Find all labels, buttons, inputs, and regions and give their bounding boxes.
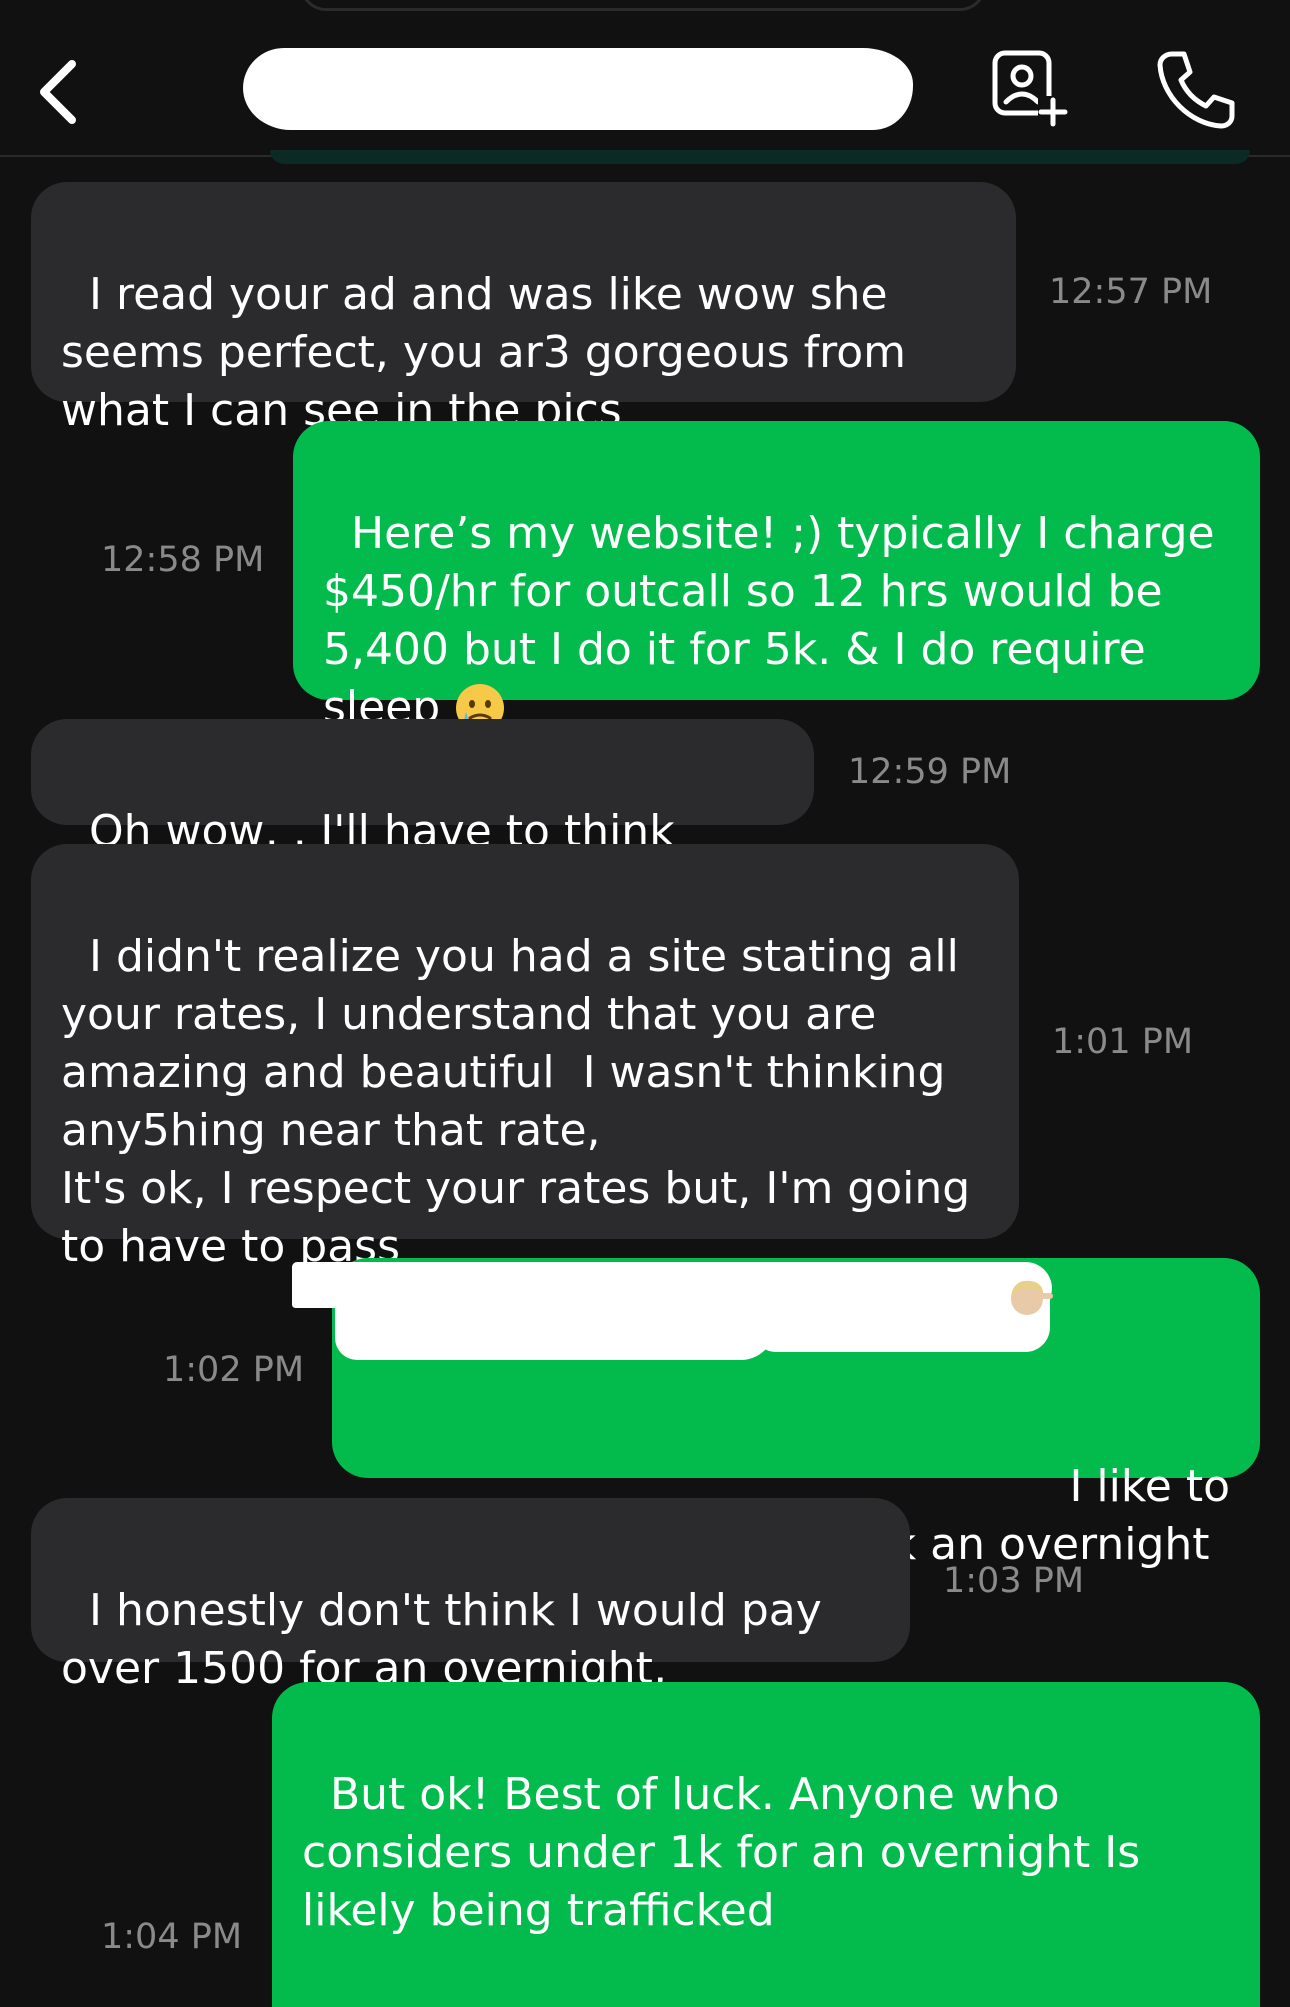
incoming-message[interactable]: I honestly don't think I would pay over … <box>31 1498 910 1694</box>
message-timestamp: 12:59 PM <box>848 752 1012 792</box>
message-timestamp: 12:58 PM <box>101 540 265 580</box>
chevron-left-icon <box>40 60 76 124</box>
message-timestamp: 12:57 PM <box>1049 272 1213 312</box>
phone-icon <box>1157 51 1235 129</box>
incoming-message[interactable]: I read your ad and was like wow she seem… <box>31 182 1016 436</box>
person-emoji-icon <box>1003 1275 1055 1319</box>
contact-name-redacted[interactable] <box>243 48 913 130</box>
incoming-message[interactable]: Oh wow, , I'll have to think about it <box>31 719 814 915</box>
back-button[interactable] <box>28 50 98 130</box>
outgoing-message[interactable]: Here’s my website! ;) typically I charge… <box>293 421 1260 733</box>
add-contact-icon <box>992 50 1068 127</box>
device-notch <box>300 0 986 11</box>
message-timestamp: 1:03 PM <box>943 1561 1085 1601</box>
message-text: I didn't realize you had a site stating … <box>61 931 971 1272</box>
add-contact-button[interactable] <box>990 48 1070 128</box>
conversation-header <box>0 0 1290 157</box>
message-text: But ok! Best of luck. Anyone who conside… <box>302 1769 1155 1936</box>
redaction-overlay <box>335 1300 775 1360</box>
message-timestamp: 1:01 PM <box>1052 1022 1194 1062</box>
header-divider <box>270 150 1250 164</box>
message-text: I honestly don't think I would pay over … <box>61 1585 836 1694</box>
incoming-message[interactable]: I didn't realize you had a site stating … <box>31 844 1019 1272</box>
call-button[interactable] <box>1150 46 1240 132</box>
message-timestamp: 1:04 PM <box>101 1917 243 1957</box>
message-text-line1: I like to <box>1069 1461 1230 1512</box>
outgoing-message[interactable]: But ok! Best of luck. Anyone who conside… <box>272 1682 1260 2007</box>
message-timestamp: 1:02 PM <box>163 1350 305 1390</box>
message-text: I read your ad and was like wow she seem… <box>61 269 921 436</box>
